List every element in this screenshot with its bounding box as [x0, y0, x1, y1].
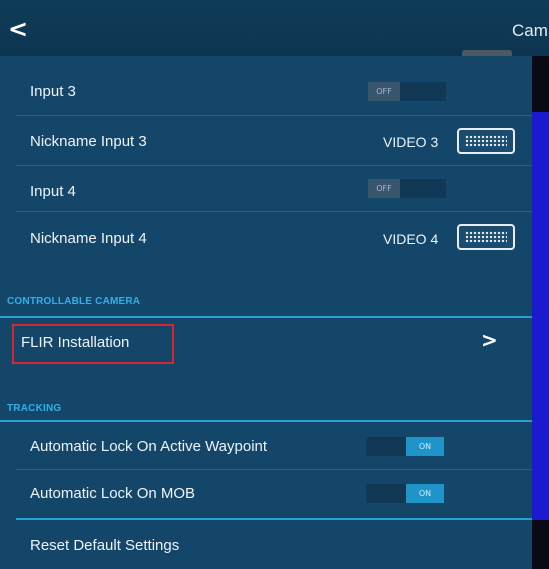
setting-label: Nickname Input 3: [30, 133, 147, 150]
nickname-value: VIDEO 3: [383, 134, 439, 150]
highlight-box: [12, 324, 174, 364]
setting-label: Input 4: [30, 183, 76, 200]
setting-label: Automatic Lock On MOB: [30, 485, 196, 502]
page-title: Cam: [512, 21, 548, 40]
setting-row-reset-default[interactable]: Reset Default Settings: [0, 520, 532, 569]
setting-row-lock-active-waypoint: Automatic Lock On Active Waypoint ON: [0, 422, 532, 470]
chevron-right-icon[interactable]: >: [481, 328, 498, 352]
section-heading-controllable-camera: CONTROLLABLE CAMERA: [7, 296, 141, 307]
setting-label: Reset Default Settings: [30, 537, 180, 554]
top-bar: < Cam: [0, 0, 549, 62]
toggle-switch[interactable]: ON: [366, 484, 444, 503]
toggle-switch[interactable]: OFF: [368, 179, 446, 198]
camera-settings-screen: < Cam Input 3 OFF Nickname Input 3 VIDEO…: [0, 0, 549, 569]
toggle-switch[interactable]: ON: [366, 437, 444, 456]
nickname-value: VIDEO 4: [383, 231, 439, 247]
setting-row-lock-mob: Automatic Lock On MOB ON: [0, 470, 532, 518]
keyboard-icon[interactable]: [457, 224, 515, 250]
chevron-left-icon[interactable]: <: [8, 15, 30, 43]
toggle-state-off: OFF: [368, 82, 400, 101]
background-window-strip: [532, 112, 549, 520]
setting-row-input-3: Input 3 OFF: [0, 70, 532, 116]
toggle-state-off: OFF: [368, 179, 400, 198]
setting-label: Input 3: [30, 83, 76, 100]
setting-row-input-4: Input 4 OFF: [0, 166, 532, 212]
setting-row-nickname-input-4[interactable]: Nickname Input 4 VIDEO 4: [0, 212, 532, 262]
keyboard-icon[interactable]: [457, 128, 515, 154]
setting-row-nickname-input-3[interactable]: Nickname Input 3 VIDEO 3: [0, 116, 532, 166]
setting-label: Nickname Input 4: [30, 230, 147, 247]
section-heading-tracking: TRACKING: [7, 403, 62, 414]
toggle-switch[interactable]: OFF: [368, 82, 446, 101]
toggle-state-on: ON: [406, 437, 444, 456]
setting-label: Automatic Lock On Active Waypoint: [30, 438, 268, 455]
toggle-state-on: ON: [406, 484, 444, 503]
